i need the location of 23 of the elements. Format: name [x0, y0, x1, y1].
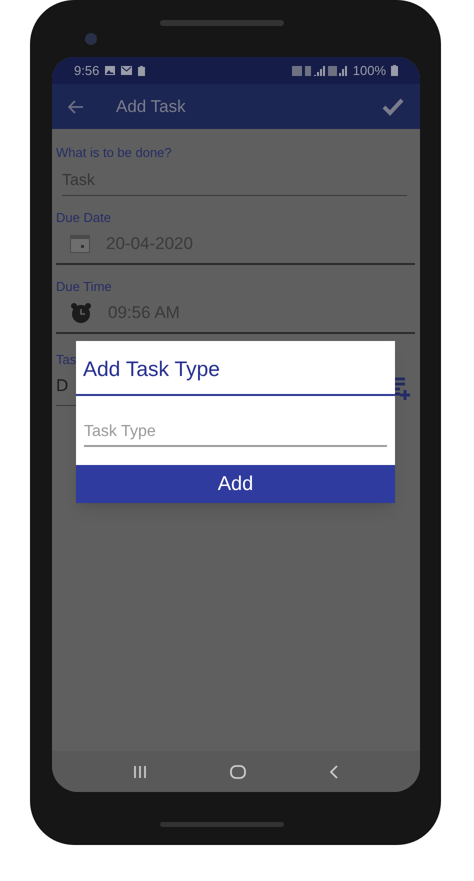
status-time: 9:56	[74, 62, 100, 80]
alarm-clock-icon	[70, 302, 92, 324]
back-icon[interactable]	[328, 764, 339, 778]
home-icon[interactable]	[230, 764, 246, 778]
app-bar-title: Add Task	[116, 96, 186, 118]
battery-icon	[391, 65, 398, 76]
checkmark-icon[interactable]	[382, 98, 404, 116]
field-label: Tas	[56, 350, 76, 368]
recent-apps-icon[interactable]	[133, 766, 148, 778]
calendar-icon	[70, 234, 90, 253]
battery-saver-icon	[138, 66, 146, 76]
field-label: What is to be done?	[56, 144, 172, 162]
add-button[interactable]: Add	[76, 464, 395, 502]
battery-percent: 100%	[352, 62, 386, 80]
task-type-field[interactable]: Task Type	[84, 420, 387, 446]
image-icon	[105, 66, 116, 75]
field-label: Due Date	[56, 208, 111, 226]
back-arrow-icon[interactable]	[68, 100, 84, 114]
camera-icon	[85, 33, 97, 45]
field-label: Due Time	[56, 278, 112, 296]
signal-icon	[292, 66, 348, 76]
message-icon	[121, 66, 132, 75]
dialog-title: Add Task Type	[83, 358, 220, 381]
